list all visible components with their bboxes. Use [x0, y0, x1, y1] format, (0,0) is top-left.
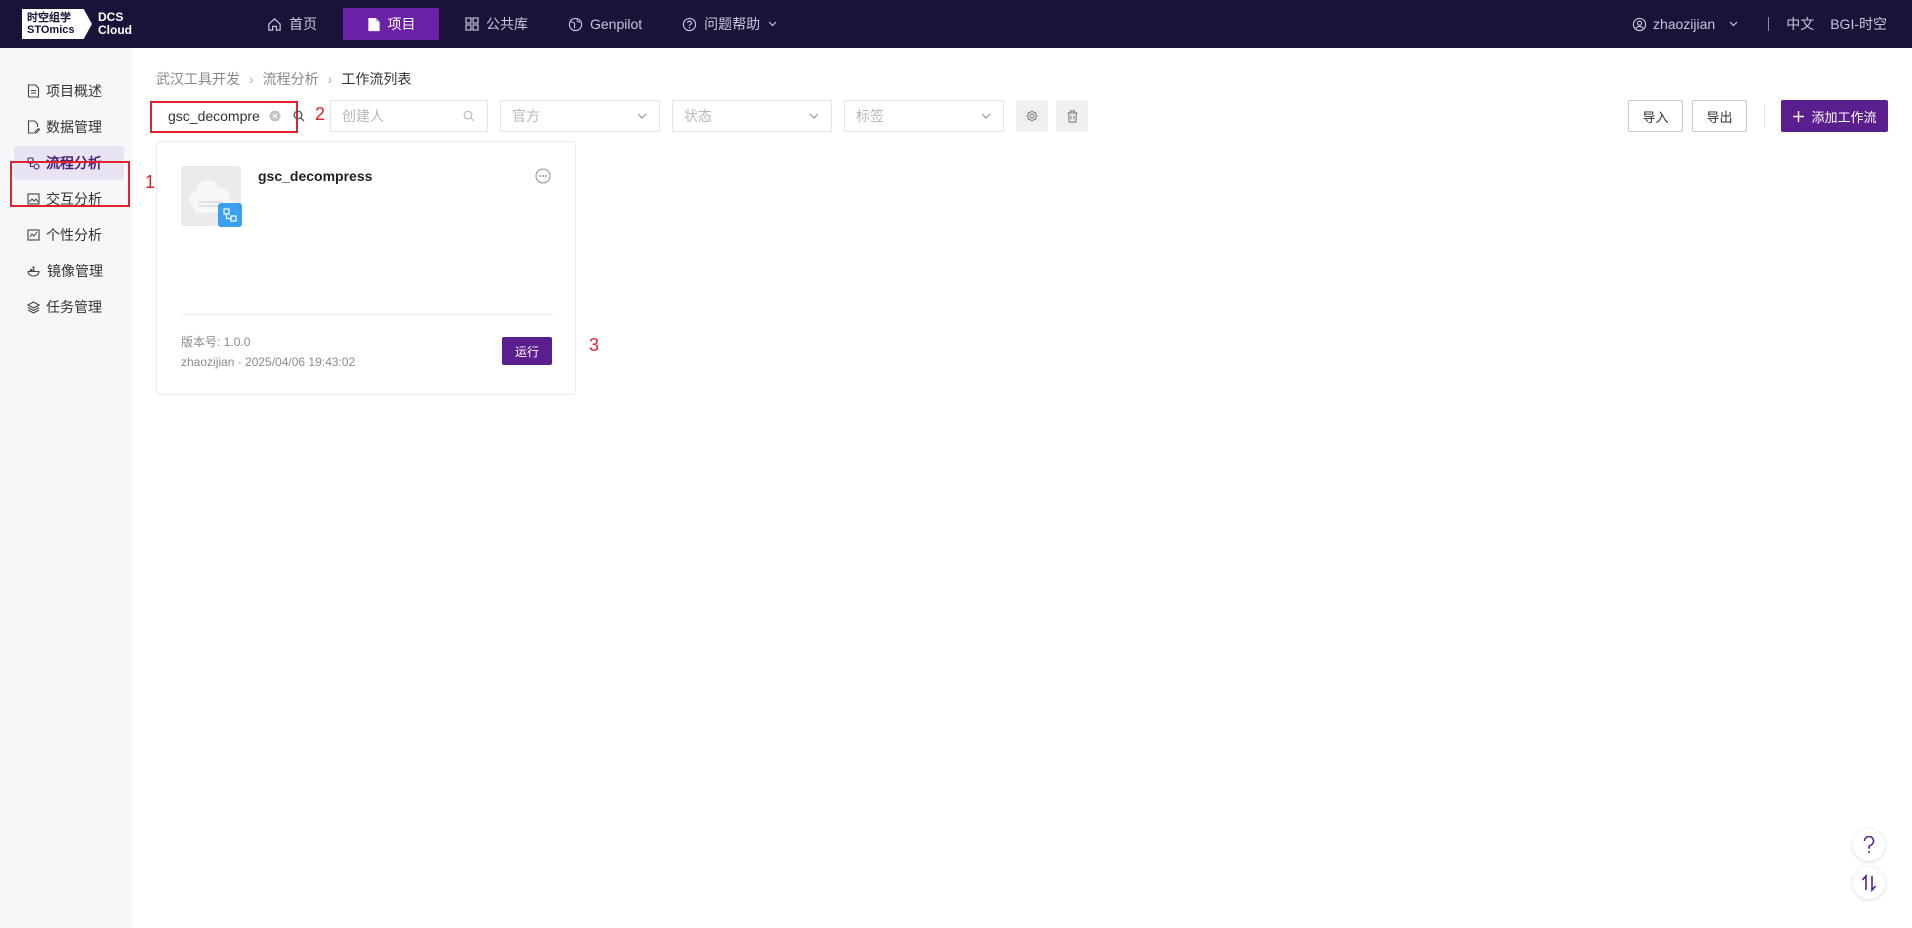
- help-circle-icon: [683, 17, 697, 31]
- toolbar-divider: [1764, 104, 1765, 128]
- divider: [1768, 17, 1770, 31]
- swap-vertical-icon: [1861, 874, 1877, 892]
- sidebar-item-custom-analysis[interactable]: 个性分析: [14, 218, 124, 252]
- tag-placeholder: 标签: [856, 108, 884, 124]
- chevron-down-icon: [981, 113, 991, 119]
- add-workflow-label: 添加工作流: [1811, 109, 1877, 125]
- user-menu[interactable]: zhaozijian: [1632, 16, 1744, 32]
- grid-icon: [465, 17, 479, 31]
- nav-item-public-library[interactable]: 公共库: [451, 8, 542, 40]
- breadcrumb-separator-icon: ›: [327, 71, 333, 87]
- sidebar-item-task-management[interactable]: 任务管理: [14, 290, 124, 324]
- chevron-down-icon: [637, 113, 647, 119]
- chevron-down-icon: [809, 113, 819, 119]
- top-navigation-bar: 时空组学 STOmics DCS Cloud 首页 项目 公共库 Genpilo…: [0, 0, 1912, 48]
- clear-icon[interactable]: [269, 110, 281, 122]
- creator-search-field[interactable]: 创建人: [330, 100, 488, 132]
- plus-icon: [1793, 110, 1805, 122]
- logo-product-line2: Cloud: [98, 23, 132, 37]
- nav-item-label: Genpilot: [590, 16, 643, 32]
- sidebar-item-label: 任务管理: [46, 299, 102, 315]
- annotation-number-1: 1: [145, 172, 156, 192]
- sidebar-item-data-management[interactable]: 数据管理: [14, 110, 124, 144]
- status-placeholder: 状态: [684, 108, 712, 124]
- user-icon: [1632, 17, 1647, 31]
- sidebar-item-label: 数据管理: [46, 119, 102, 135]
- sidebar-item-label: 镜像管理: [47, 263, 103, 279]
- nav-item-help[interactable]: 问题帮助: [668, 8, 791, 40]
- workflow-thumbnail: [181, 166, 242, 227]
- workflow-type-badge: [218, 203, 242, 227]
- search-value: gsc_decompre: [168, 108, 260, 124]
- tag-select[interactable]: 标签: [844, 100, 1004, 132]
- gear-icon: [1026, 110, 1038, 122]
- nav-item-genpilot[interactable]: Genpilot: [554, 8, 656, 40]
- source-select[interactable]: 官方: [500, 100, 660, 132]
- recycle-bin-button[interactable]: [1056, 100, 1088, 132]
- nav-item-label: 公共库: [486, 16, 528, 32]
- version-label: 版本号:: [181, 335, 221, 349]
- source-placeholder: 官方: [512, 108, 540, 124]
- globe-icon: [568, 17, 583, 31]
- status-select[interactable]: 状态: [672, 100, 832, 132]
- nav-item-project[interactable]: 项目: [343, 8, 439, 40]
- annotation-box-1: [10, 161, 130, 207]
- logo-product: DCS Cloud: [98, 11, 132, 37]
- home-icon: [268, 17, 281, 31]
- workflow-icon: [223, 208, 237, 222]
- breadcrumb-item[interactable]: 流程分析: [263, 69, 319, 89]
- search-icon[interactable]: [293, 110, 305, 122]
- run-button[interactable]: 运行: [502, 337, 552, 365]
- chevron-down-icon: [1729, 21, 1738, 27]
- breadcrumb-item[interactable]: 武汉工具开发: [156, 69, 240, 89]
- export-button[interactable]: 导出: [1692, 100, 1747, 132]
- sidebar-item-label: 项目概述: [46, 83, 102, 99]
- breadcrumb: 武汉工具开发 › 流程分析 › 工作流列表: [156, 69, 411, 89]
- docker-icon: [27, 266, 40, 277]
- version-value: 1.0.0: [223, 335, 251, 349]
- card-divider: [181, 314, 553, 315]
- question-icon: [1863, 836, 1875, 853]
- nav-item-label: 项目: [387, 16, 416, 32]
- scroll-toggle-float-button[interactable]: [1853, 867, 1885, 899]
- top-right-menu: zhaozijian 中文 BGI-时空: [1632, 0, 1887, 48]
- nav-item-label: 首页: [289, 16, 317, 32]
- sidebar-item-label: 个性分析: [46, 227, 102, 243]
- workflow-search-input[interactable]: gsc_decompre: [155, 102, 305, 130]
- workflow-card[interactable]: gsc_decompress 版本号: 1.0.0 zhaozijian · 2…: [156, 141, 576, 395]
- sidebar-item-project-overview[interactable]: 项目概述: [14, 74, 124, 108]
- trash-icon: [1067, 110, 1077, 123]
- search-icon: [463, 110, 475, 122]
- breadcrumb-separator-icon: ›: [249, 71, 254, 87]
- workflow-meta: zhaozijian · 2025/04/06 19:43:02: [181, 355, 356, 369]
- chart-icon: [27, 229, 40, 241]
- import-button[interactable]: 导入: [1628, 100, 1683, 132]
- file-edit-icon: [27, 120, 40, 134]
- add-workflow-button[interactable]: 添加工作流: [1781, 100, 1888, 132]
- chevron-down-icon: [768, 21, 777, 27]
- breadcrumb-current: 工作流列表: [341, 71, 412, 87]
- organization-switch[interactable]: BGI-时空: [1830, 14, 1887, 34]
- layers-icon: [27, 300, 40, 314]
- logo-text-line2: STOmics: [27, 24, 75, 36]
- file-icon: [27, 84, 40, 98]
- nav-item-label: 问题帮助: [704, 16, 761, 32]
- logo-mark: 时空组学 STOmics: [22, 9, 92, 39]
- workflow-title[interactable]: gsc_decompress: [258, 168, 372, 184]
- more-options-icon[interactable]: [535, 168, 551, 184]
- logo[interactable]: 时空组学 STOmics DCS Cloud: [22, 9, 132, 39]
- document-icon: [367, 17, 380, 31]
- sidebar-item-image-management[interactable]: 镜像管理: [14, 254, 124, 288]
- help-float-button[interactable]: [1853, 829, 1885, 861]
- workflow-version: 版本号: 1.0.0: [181, 333, 250, 350]
- annotation-number-3: 3: [589, 335, 600, 355]
- main-nav: 首页 项目 公共库 Genpilot 问题帮助: [253, 8, 803, 40]
- logo-text-line1: 时空组学: [27, 12, 71, 24]
- nav-item-home[interactable]: 首页: [253, 8, 331, 40]
- settings-button[interactable]: [1016, 100, 1048, 132]
- creator-placeholder: 创建人: [342, 108, 384, 124]
- user-name: zhaozijian: [1652, 16, 1716, 32]
- language-switch[interactable]: 中文: [1786, 14, 1814, 34]
- annotation-number-2: 2: [315, 104, 326, 124]
